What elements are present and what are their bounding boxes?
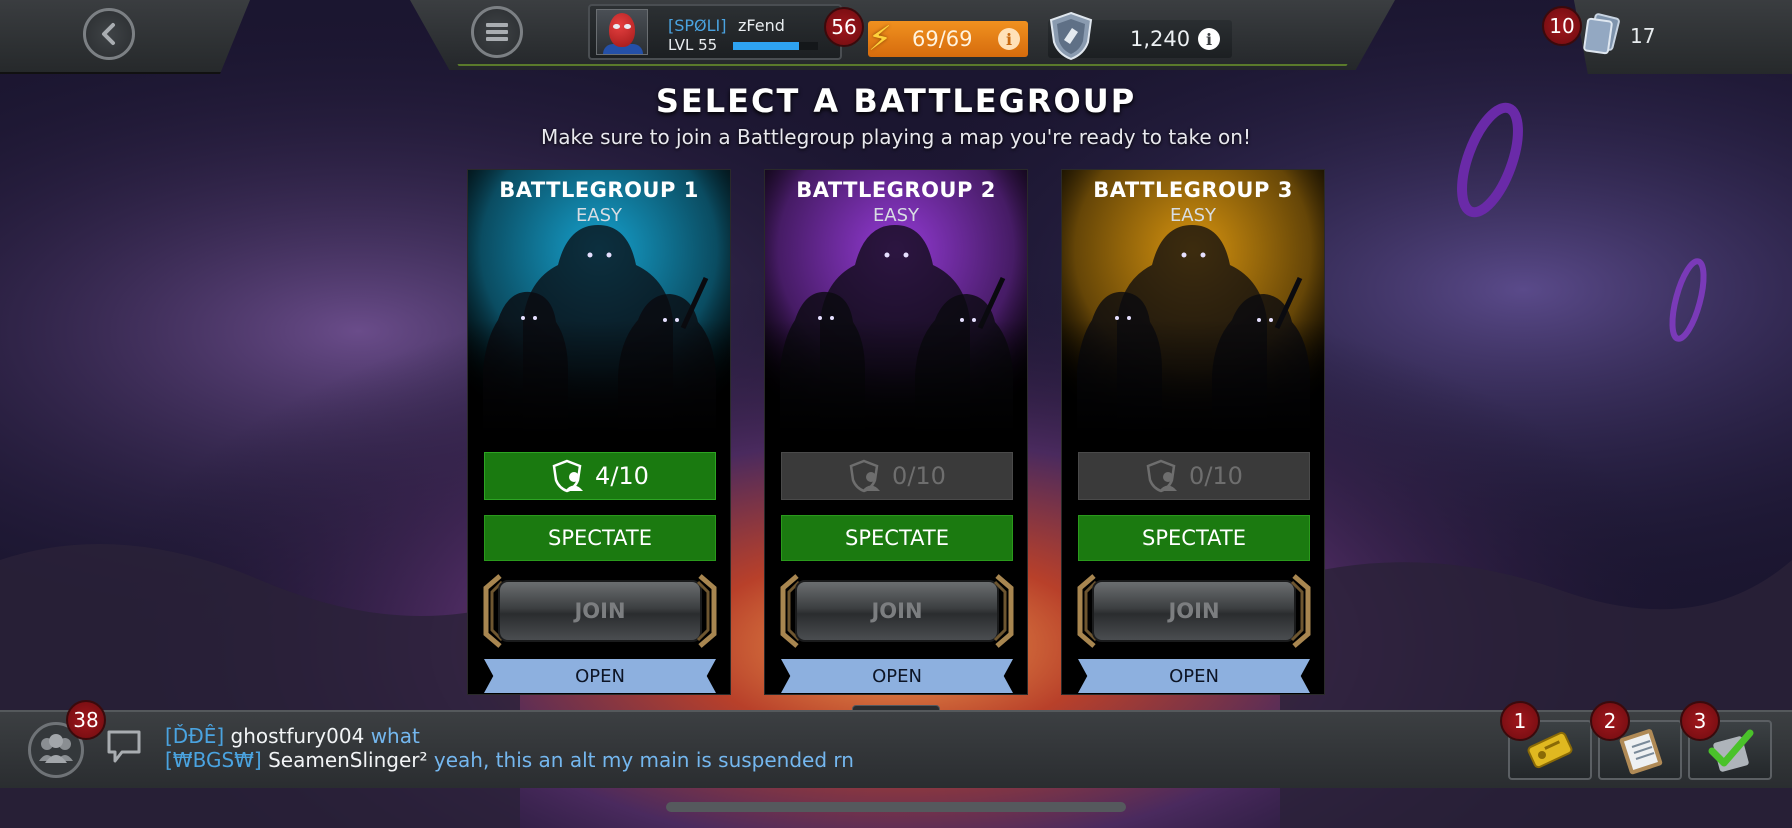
spectate-button[interactable]: SPECTATE: [484, 515, 716, 561]
battlegroup-title: BATTLEGROUP 2: [796, 178, 996, 202]
alliance-member-icon: [849, 459, 881, 493]
page-subtitle: Make sure to join a Battlegroup playing …: [541, 125, 1251, 149]
battlegroup-title: BATTLEGROUP 1: [499, 178, 699, 202]
chat-alliance-tag: [ĎĐÊ]: [165, 724, 225, 748]
alliance-member-icon: [1146, 459, 1178, 493]
battlegroup-difficulty: EASY: [872, 205, 920, 226]
join-button[interactable]: JOIN: [779, 574, 1015, 648]
next-level-badge: 56: [824, 7, 864, 47]
menu-icon: [486, 23, 508, 41]
home-indicator[interactable]: [666, 802, 1126, 812]
action-badge: 2: [1590, 701, 1630, 741]
shield-icon: [1049, 11, 1093, 61]
battlegroup-difficulty: EASY: [575, 205, 623, 226]
action-badge: 1: [1500, 701, 1540, 741]
battlegroup-card: BATTLEGROUP 2 EASY 0/10 SPECTATE JOIN OPEN: [764, 169, 1028, 695]
member-slots: 4/10: [484, 452, 716, 500]
chat-text: yeah, this an alt my main is suspended r…: [433, 748, 854, 772]
alliance-tag: [SPØLI]: [668, 16, 727, 35]
top-bar: [SPØLI] zFend LVL 55 56 ⚡ 69/69 i i 1,24…: [0, 0, 1792, 78]
chat-message[interactable]: [ĎĐÊ] ghostfury004 what: [165, 724, 420, 748]
member-slots: 0/10: [1078, 452, 1310, 500]
chat-message[interactable]: [₩BGS₩] SeamenSlinger² yeah, this an alt…: [165, 748, 854, 772]
bracket-right-icon: [696, 574, 717, 648]
join-button-label: JOIN: [1092, 580, 1296, 642]
bracket-right-icon: [993, 574, 1014, 648]
join-button[interactable]: JOIN: [482, 574, 718, 648]
menu-button[interactable]: [471, 6, 523, 58]
player-level: LVL 55: [668, 36, 718, 54]
energy-value: 69/69: [912, 27, 973, 51]
chat-username: ghostfury004: [230, 724, 365, 748]
status-ribbon: OPEN: [1078, 659, 1310, 693]
member-slots-count: 4/10: [595, 462, 649, 490]
battlegroup-title: BATTLEGROUP 3: [1093, 178, 1293, 202]
back-button[interactable]: [83, 8, 135, 60]
member-slots-count: 0/10: [892, 462, 946, 490]
info-icon[interactable]: i: [1198, 28, 1220, 50]
info-icon[interactable]: i: [998, 28, 1020, 50]
item-stack-icon[interactable]: [1580, 12, 1620, 56]
battlegroup-card: BATTLEGROUP 3 EASY 0/10 SPECTATE JOIN OPEN: [1061, 169, 1325, 695]
status-ribbon: OPEN: [484, 659, 716, 693]
bracket-right-icon: [1290, 574, 1311, 648]
friends-badge: 38: [66, 700, 106, 740]
xp-progress-fill: [733, 42, 800, 50]
member-slots: 0/10: [781, 452, 1013, 500]
join-button-label: JOIN: [498, 580, 702, 642]
spectate-button[interactable]: SPECTATE: [1078, 515, 1310, 561]
player-profile[interactable]: [SPØLI] zFend LVL 55: [588, 4, 842, 60]
join-button[interactable]: JOIN: [1076, 574, 1312, 648]
chevron-left-icon: [102, 23, 115, 45]
action-badge: 3: [1680, 701, 1720, 741]
join-button-label: JOIN: [795, 580, 999, 642]
status-ribbon: OPEN: [781, 659, 1013, 693]
shield-currency-value: 1,240: [1130, 27, 1191, 51]
player-name: zFend: [738, 16, 785, 35]
alliance-member-icon: [552, 459, 584, 493]
items-badge: 10: [1542, 6, 1582, 46]
xp-progress-bar: [733, 42, 818, 50]
chat-text: what: [370, 724, 420, 748]
chat-icon[interactable]: [106, 728, 142, 766]
chat-alliance-tag: [₩BGS₩]: [165, 748, 262, 772]
battlegroup-card: BATTLEGROUP 1 EASY 4/10 SPECTATE JOIN OPEN: [467, 169, 731, 695]
lightning-icon: ⚡: [868, 19, 892, 59]
spectate-button[interactable]: SPECTATE: [781, 515, 1013, 561]
battlegroup-difficulty: EASY: [1169, 205, 1217, 226]
items-count: 17: [1630, 24, 1656, 48]
energy-meter[interactable]: ⚡ 69/69 i: [868, 19, 1028, 59]
member-slots-count: 0/10: [1189, 462, 1243, 490]
avatar: [596, 9, 648, 55]
page-title: SELECT A BATTLEGROUP: [655, 82, 1137, 120]
chat-username: SeamenSlinger²: [268, 748, 428, 772]
